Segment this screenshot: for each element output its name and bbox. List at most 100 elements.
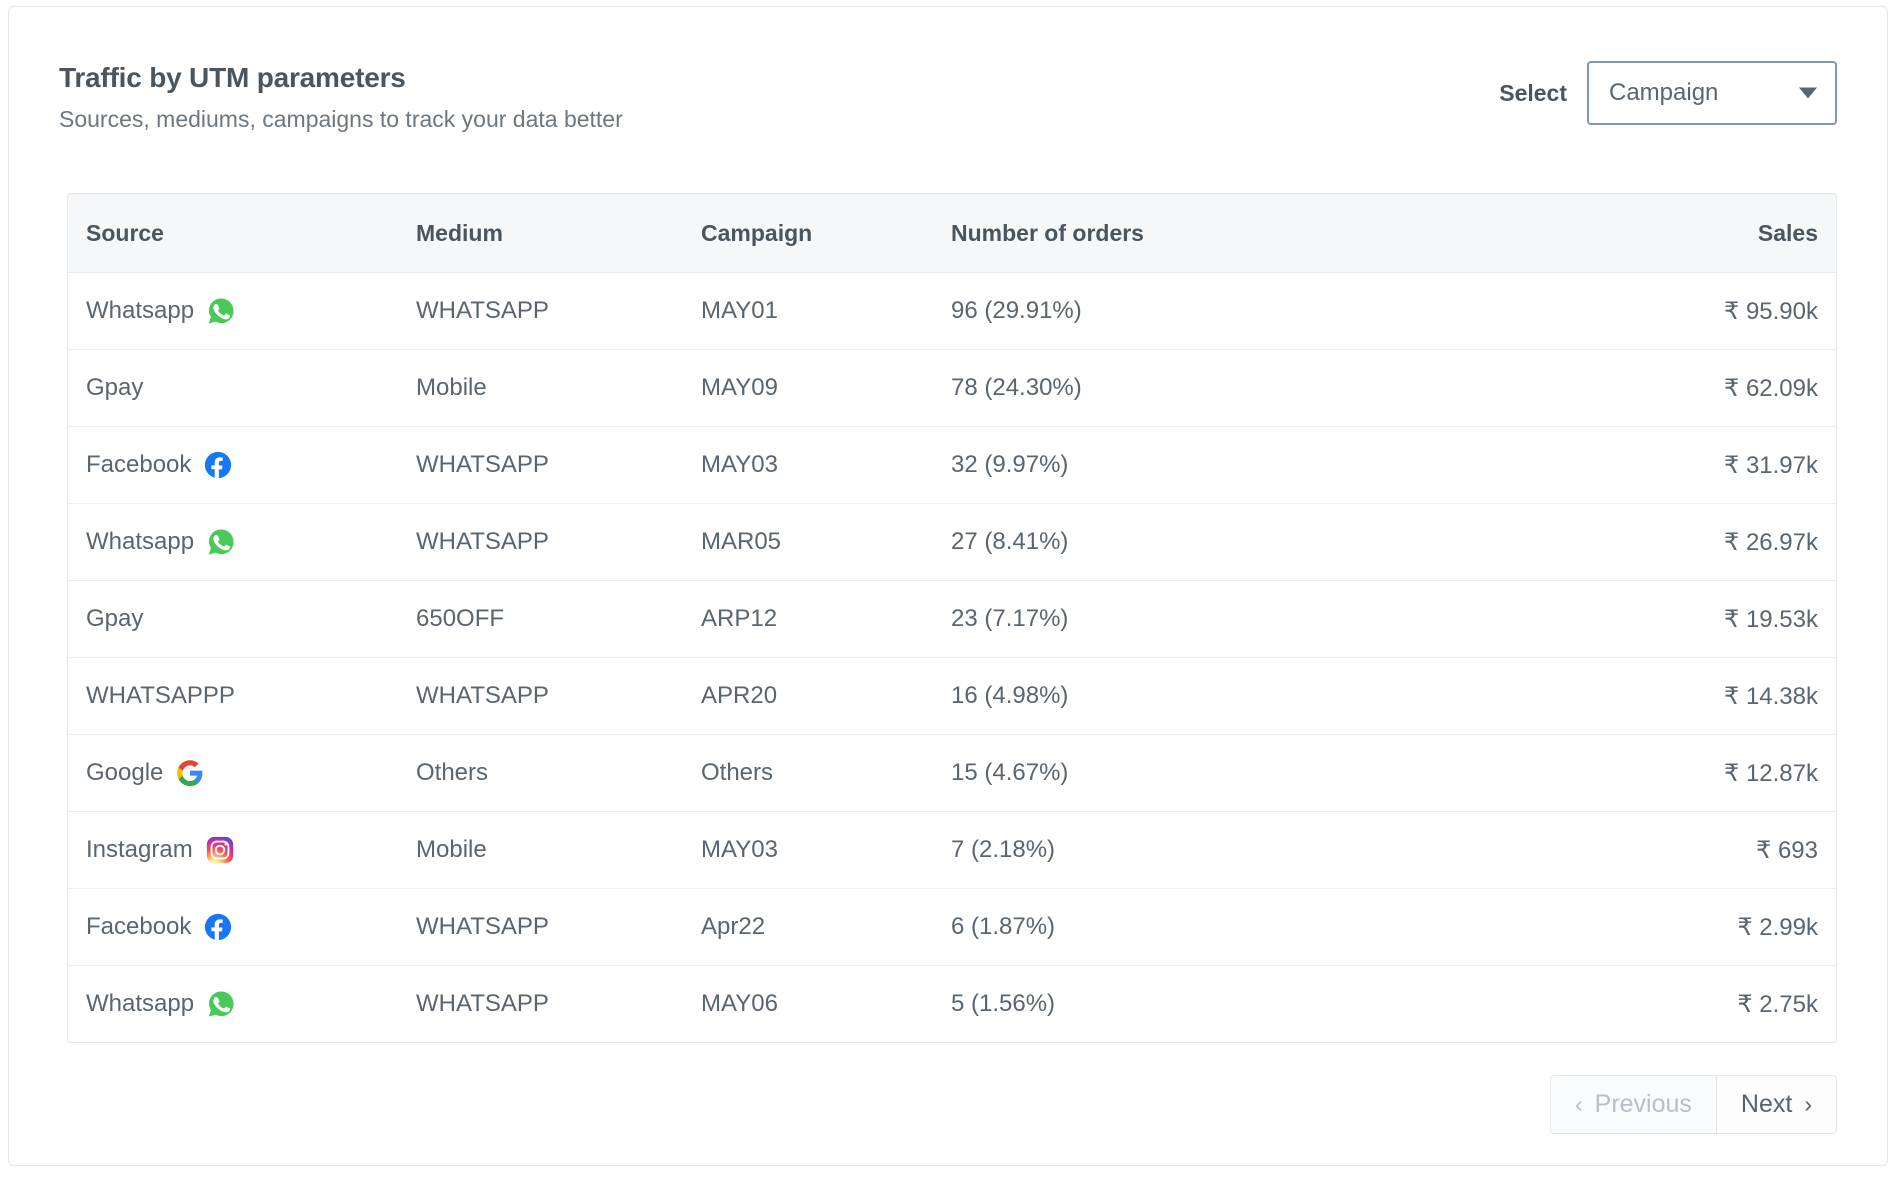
cell-sales: ₹ 693 [1518,811,1836,889]
column-header-orders[interactable]: Number of orders [951,194,1518,273]
cell-orders: 6 (1.87%) [951,888,1518,966]
column-header-medium[interactable]: Medium [416,194,701,273]
table-row[interactable]: Facebook WHATSAPP MAY03 32 (9.97%) ₹ 31.97k [68,426,1836,504]
traffic-utm-card: Traffic by UTM parameters Sources, mediu… [8,6,1888,1166]
table-row[interactable]: Whatsapp WHATSAPP MAY06 5 (1.56%) ₹ 2.75k [68,966,1836,1043]
source-cell: Facebook [86,450,416,480]
source-cell: Gpay [86,376,416,400]
table-header: Source Medium Campaign Number of orders … [68,194,1836,273]
cell-orders: 27 (8.41%) [951,503,1518,581]
source-cell: Whatsapp [86,989,416,1019]
page-title: Traffic by UTM parameters [59,62,406,93]
whatsapp-icon [206,989,236,1019]
source-label: Facebook [86,451,192,478]
cell-orders: 23 (7.17%) [951,580,1518,658]
source-label: WHATSAPPP [86,682,235,709]
cell-sales: ₹ 31.97k [1518,426,1836,504]
column-header-sales[interactable]: Sales [1518,194,1836,273]
source-label: Whatsapp [86,297,195,324]
cell-sales: ₹ 95.90k [1518,272,1836,350]
table-row[interactable]: Gpay Mobile MAY09 78 (24.30%) ₹ 62.09k [68,349,1836,427]
previous-page-label: Previous [1594,1090,1692,1118]
facebook-icon [203,450,233,480]
cell-campaign: MAY09 [701,349,951,427]
source-label: Whatsapp [86,990,195,1017]
table-row[interactable]: Google Others Others 15 (4.67%) ₹ 12.87k [68,734,1836,812]
pagination: ‹ Previous Next › [1549,1075,1837,1134]
cell-sales: ₹ 2.75k [1737,990,1818,1018]
campaign-select[interactable]: Campaign [1587,61,1837,125]
table-row[interactable]: Facebook WHATSAPP Apr22 6 (1.87%) ₹ 2.99k [68,888,1836,966]
google-icon [175,758,205,788]
cell-medium: WHATSAPP [416,426,701,504]
cell-orders: 7 (2.18%) [951,811,1518,889]
source-cell: Gpay [86,607,416,631]
source-label: Gpay [86,374,144,401]
cell-medium: WHATSAPP [416,272,701,350]
table-row[interactable]: WHATSAPPP WHATSAPP APR20 16 (4.98%) ₹ 14.38k [68,657,1836,735]
cell-campaign: MAY03 [701,426,951,504]
source-cell: Google [86,758,416,788]
cell-sales: ₹ 12.87k [1518,734,1836,812]
utm-table-container: Source Medium Campaign Number of orders … [67,193,1837,1043]
table-row[interactable]: Whatsapp WHATSAPP MAR05 27 (8.41%) ₹ 26.97k [68,503,1836,581]
table-row[interactable]: Gpay 650OFF ARP12 23 (7.17%) ₹ 19.53k [68,580,1836,658]
next-page-button[interactable]: Next › [1715,1076,1836,1133]
cell-sales: ₹ 62.09k [1518,349,1836,427]
cell-orders: 78 (24.30%) [951,349,1518,427]
source-cell: WHATSAPPP [86,684,416,708]
cell-medium: WHATSAPP [416,888,701,966]
cell-sales: ₹ 2.99k [1518,888,1836,966]
table-body: Whatsapp WHATSAPP MAY01 96 (29.91%) ₹ 95.90k… [68,272,1836,1043]
source-cell: Instagram [86,835,416,865]
previous-page-button[interactable]: ‹ Previous [1550,1076,1716,1133]
table-header-row: Source Medium Campaign Number of orders … [68,194,1836,273]
cell-orders: 5 (1.56%) [951,990,1056,1017]
cell-source: Google [68,734,416,812]
source-label: Gpay [86,605,144,632]
cell-sales: ₹ 14.38k [1518,657,1836,735]
select-label: Select [1499,79,1567,106]
cell-medium: WHATSAPP [416,503,701,581]
cell-campaign: Apr22 [701,888,951,966]
facebook-icon [203,912,233,942]
cell-campaign: MAY01 [701,272,951,350]
card-header: Traffic by UTM parameters Sources, mediu… [9,7,1887,157]
cell-source: Gpay [68,580,416,658]
whatsapp-icon [206,296,236,326]
cell-source: Gpay [68,349,416,427]
cell-campaign: MAY06 [701,990,778,1017]
cell-campaign: Others [701,734,951,812]
chevron-left-icon: ‹ [1574,1090,1583,1117]
cell-campaign: MAR05 [701,503,951,581]
column-header-source[interactable]: Source [68,194,416,273]
page-subtitle: Sources, mediums, campaigns to track you… [59,106,623,132]
column-header-campaign[interactable]: Campaign [701,194,951,273]
cell-campaign: MAY03 [701,811,951,889]
source-cell: Whatsapp [86,296,416,326]
table-row[interactable]: Instagram Mobile MAY03 7 (2.18%) ₹ 693 [68,811,1836,889]
title-block: Traffic by UTM parameters Sources, mediu… [59,61,623,133]
cell-medium: Mobile [416,349,701,427]
cell-medium: WHATSAPP [416,990,549,1017]
cell-medium: Others [416,734,701,812]
source-label: Google [86,759,164,786]
cell-medium: 650OFF [416,580,701,658]
cell-source: WHATSAPPP [68,657,416,735]
source-cell: Facebook [86,912,416,942]
whatsapp-icon [206,527,236,557]
cell-source: Whatsapp [68,503,416,581]
cell-orders: 32 (9.97%) [951,426,1518,504]
cell-campaign: APR20 [701,657,951,735]
source-cell: Whatsapp [86,527,416,557]
cell-source: Facebook [68,888,416,966]
table-row[interactable]: Whatsapp WHATSAPP MAY01 96 (29.91%) ₹ 95.90k [68,272,1836,350]
campaign-select-value: Campaign [1609,79,1719,106]
cell-sales: ₹ 26.97k [1518,503,1836,581]
source-label: Whatsapp [86,528,195,555]
cell-source: Facebook [68,426,416,504]
source-label: Facebook [86,913,192,940]
instagram-icon [205,835,235,865]
select-control-group: Select Campaign [1499,61,1837,125]
cell-orders: 16 (4.98%) [951,657,1518,735]
